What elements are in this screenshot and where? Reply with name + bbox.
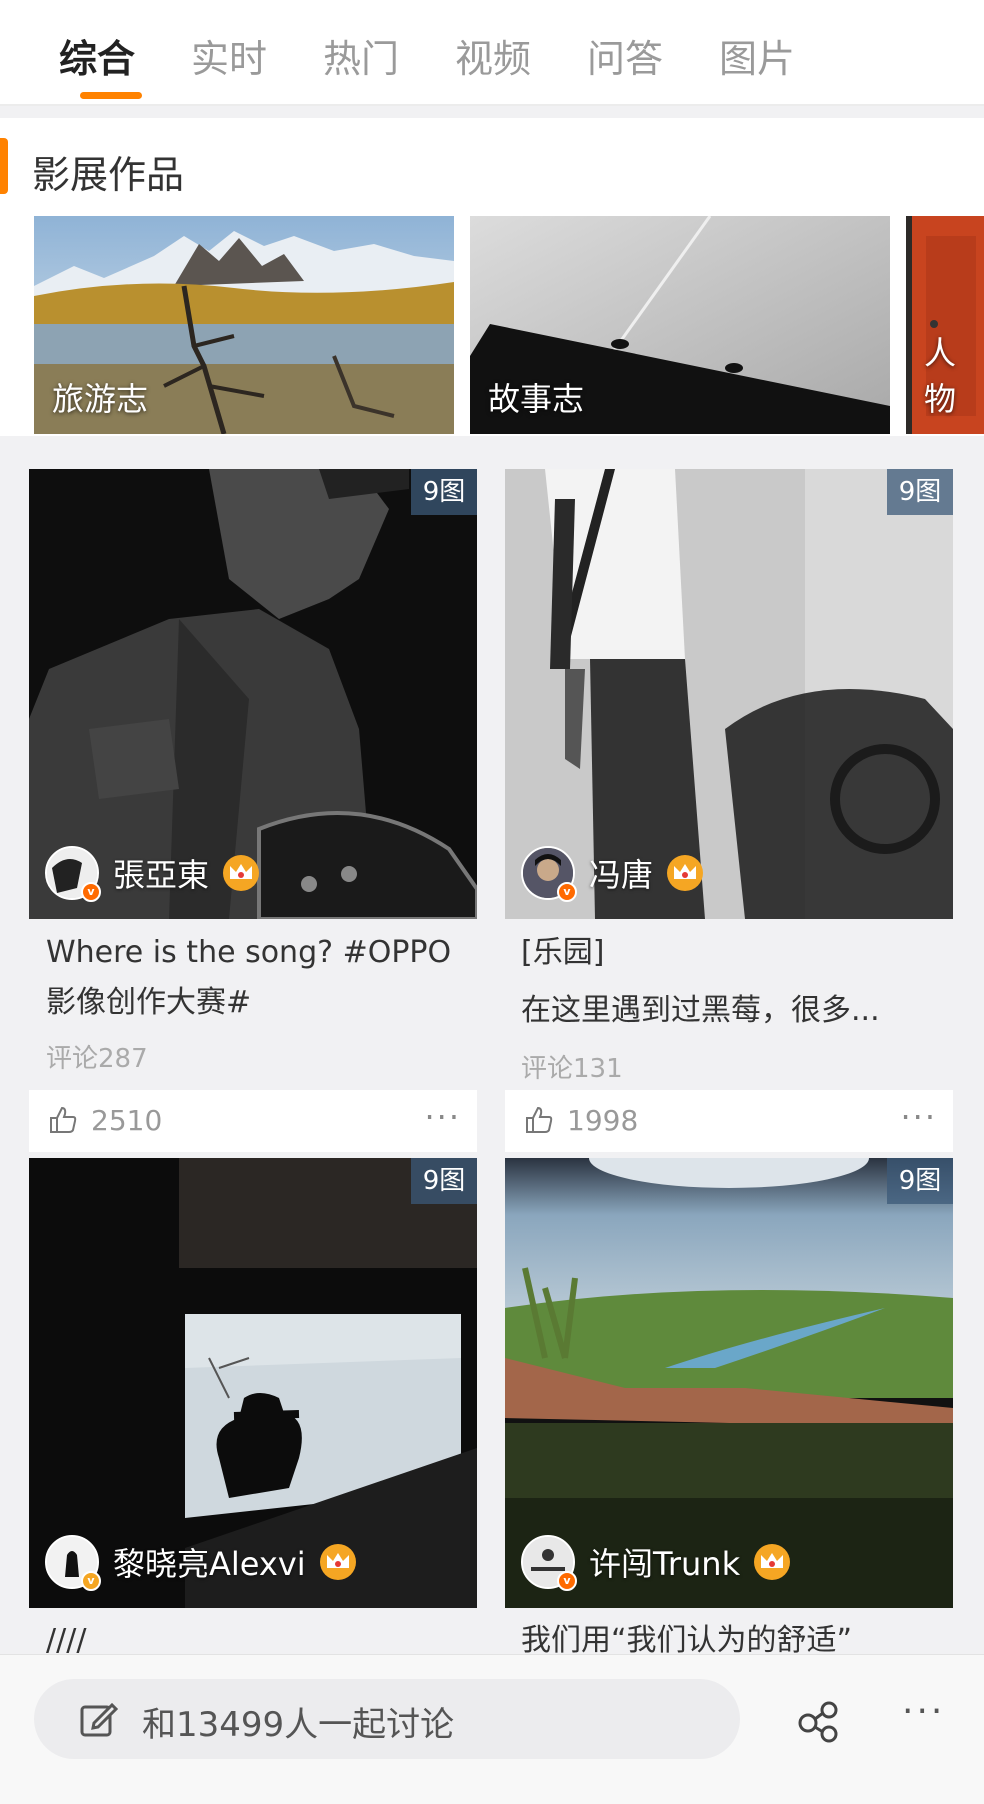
author-name[interactable]: 许闯Trunk — [589, 1539, 740, 1585]
verified-icon: v — [81, 882, 101, 902]
album-label: 故事志 — [488, 380, 585, 418]
album-strip: 旅游志 故事志 人物 — [0, 214, 984, 436]
avatar[interactable]: v — [45, 846, 101, 902]
tab-qa[interactable]: 问答 — [570, 28, 680, 83]
post-card-image[interactable]: 9图 v 冯唐 — [505, 469, 953, 919]
post-text-line2[interactable]: 在这里遇到过黑莓，很多... — [521, 986, 941, 1036]
more-icon[interactable]: ··· — [424, 1098, 461, 1136]
author-name[interactable]: 張亞東 — [113, 850, 209, 896]
image-count-badge: 9图 — [411, 469, 477, 515]
author-name[interactable]: 冯唐 — [589, 850, 653, 896]
like-count: 2510 — [91, 1104, 163, 1137]
author-row[interactable]: v 冯唐 — [521, 843, 705, 903]
more-icon[interactable]: ··· — [900, 1098, 937, 1136]
section-header: 影展作品 — [0, 118, 984, 214]
post-card-image[interactable]: 9图 v 黎晓亮Alexvi — [29, 1158, 477, 1608]
section-accent-bar — [0, 138, 8, 194]
crown-icon — [667, 855, 704, 891]
image-count-badge: 9图 — [887, 469, 953, 515]
album-label: 旅游志 — [52, 380, 149, 418]
post-action-bar: 2510 ··· — [29, 1090, 477, 1152]
active-tab-indicator — [80, 92, 142, 99]
verified-icon: v — [557, 1571, 577, 1591]
edit-icon — [80, 1702, 118, 1737]
discuss-placeholder: 和13499人一起讨论 — [142, 1705, 455, 1745]
post-text-line1[interactable]: [乐园] — [521, 928, 941, 978]
verified-icon: v — [557, 882, 577, 902]
tab-bar: 综合 实时 热门 视频 问答 图片 — [0, 0, 984, 106]
crown-icon — [319, 1544, 356, 1580]
album-label: 人物 — [924, 334, 957, 418]
author-row[interactable]: v 黎晓亮Alexvi — [45, 1532, 358, 1592]
post-text[interactable]: Where is the song? #OPPO影像创作大赛# — [46, 928, 466, 1028]
post-card-image[interactable]: 9图 v 張亞東 — [29, 469, 477, 919]
tab-realtime[interactable]: 实时 — [174, 28, 284, 83]
comment-count[interactable]: 评论131 — [521, 1048, 623, 1085]
post-card-image[interactable]: 9图 v 许闯Trunk — [505, 1158, 953, 1608]
more-options-icon[interactable]: ··· — [902, 1691, 945, 1732]
tab-video[interactable]: 视频 — [438, 28, 548, 83]
image-count-badge: 9图 — [887, 1158, 953, 1204]
avatar[interactable]: v — [45, 1535, 101, 1591]
album-story[interactable]: 故事志 — [470, 216, 890, 434]
album-people[interactable]: 人物 — [906, 216, 984, 434]
image-count-badge: 9图 — [411, 1158, 477, 1204]
discuss-input[interactable]: 和13499人一起讨论 — [34, 1679, 740, 1759]
tab-images[interactable]: 图片 — [702, 28, 812, 83]
crown-icon — [754, 1544, 791, 1580]
section-title: 影展作品 — [32, 153, 185, 197]
crown-icon — [223, 855, 260, 891]
author-row[interactable]: v 许闯Trunk — [521, 1532, 792, 1592]
post-action-bar: 1998 ··· — [505, 1090, 953, 1152]
author-row[interactable]: v 張亞東 — [45, 843, 261, 903]
bottom-bar: 和13499人一起讨论 ··· — [0, 1654, 984, 1804]
comment-count[interactable]: 评论287 — [46, 1038, 148, 1075]
like-icon[interactable] — [523, 1104, 555, 1136]
like-icon[interactable] — [47, 1104, 79, 1136]
like-count: 1998 — [567, 1104, 639, 1137]
verified-icon: v — [81, 1571, 101, 1591]
author-name[interactable]: 黎晓亮Alexvi — [113, 1539, 306, 1585]
tab-comprehensive[interactable]: 综合 — [42, 28, 152, 83]
tab-hot[interactable]: 热门 — [306, 28, 416, 83]
share-icon[interactable] — [796, 1699, 840, 1743]
avatar[interactable]: v — [521, 1535, 577, 1591]
album-travel[interactable]: 旅游志 — [34, 216, 454, 434]
avatar[interactable]: v — [521, 846, 577, 902]
